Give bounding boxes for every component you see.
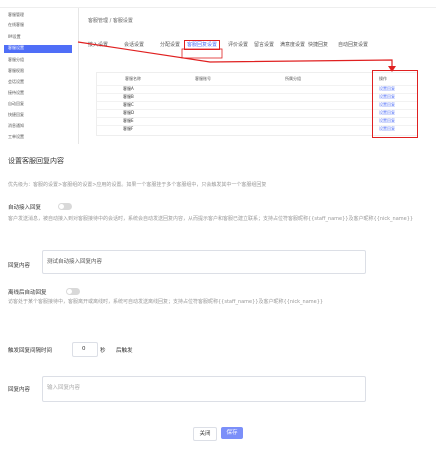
save-button[interactable]: 保存: [221, 427, 243, 439]
table-row: 客服F 设置回复: [97, 125, 417, 134]
trigger-interval-label: 触发回复间隔时间: [8, 348, 53, 354]
offline-reply-label: 离线后自动回复: [8, 290, 47, 296]
row-name: 客服F: [123, 126, 134, 131]
offline-reply-toggle[interactable]: [66, 288, 80, 295]
auto-reply-content-input[interactable]: 测试自动接入回复内容: [42, 250, 366, 274]
reply-content-placeholder: 输入回复内容: [47, 385, 81, 391]
auto-reply-label: 自动接入回复: [8, 205, 42, 211]
close-button[interactable]: 关闭: [193, 427, 217, 441]
row-name: 客服E: [123, 118, 134, 123]
table-header-name: 客服名称: [125, 76, 141, 81]
trigger-interval-input[interactable]: 0: [72, 342, 98, 357]
auto-reply-content-value: 测试自动接入回复内容: [47, 259, 103, 265]
trigger-suffix: 后触发: [116, 348, 133, 354]
row-name: 客服C: [123, 102, 134, 107]
trigger-interval-value: 0: [82, 346, 86, 352]
table-header-group: 所属分组: [285, 76, 301, 81]
embedded-screenshot: 客服管理 在线客服 IM设置 客服设置 客服分组 客服权限 会话设置 接待设置 …: [0, 0, 436, 146]
row-name: 客服D: [123, 110, 135, 115]
operation-column-highlight: [372, 70, 418, 138]
row-name: 客服B: [123, 94, 134, 99]
trigger-unit: 秒: [100, 348, 106, 354]
auto-reply-desc: 客户发送消息，被自动接入到对客服接待中的会话时，系统会自动发送回复内容，从而提示…: [8, 216, 414, 222]
priority-hint: 优先级为：客服的设置>客服组的设置>应用的设置。如果一个客服挂于多个客服组中，只…: [8, 182, 267, 188]
reply-content-label: 回复内容: [8, 387, 31, 393]
form-title: 设置客服回复内容: [8, 157, 64, 165]
auto-reply-content-label: 回复内容: [8, 263, 31, 269]
reply-content-input[interactable]: 输入回复内容: [42, 376, 366, 402]
table-header-account: 客服账号: [195, 76, 211, 81]
auto-reply-toggle[interactable]: [58, 203, 72, 210]
staff-table: 客服名称 客服账号 所属分组 操作 客服A 设置回复 客服B 设置回复 客服C …: [96, 72, 418, 136]
row-name: 客服A: [123, 86, 134, 91]
offline-reply-desc: 访客处于某个客服接待中，客服离开或离线时，系统可自动发送离线回复；支持占位符客服…: [8, 299, 324, 305]
